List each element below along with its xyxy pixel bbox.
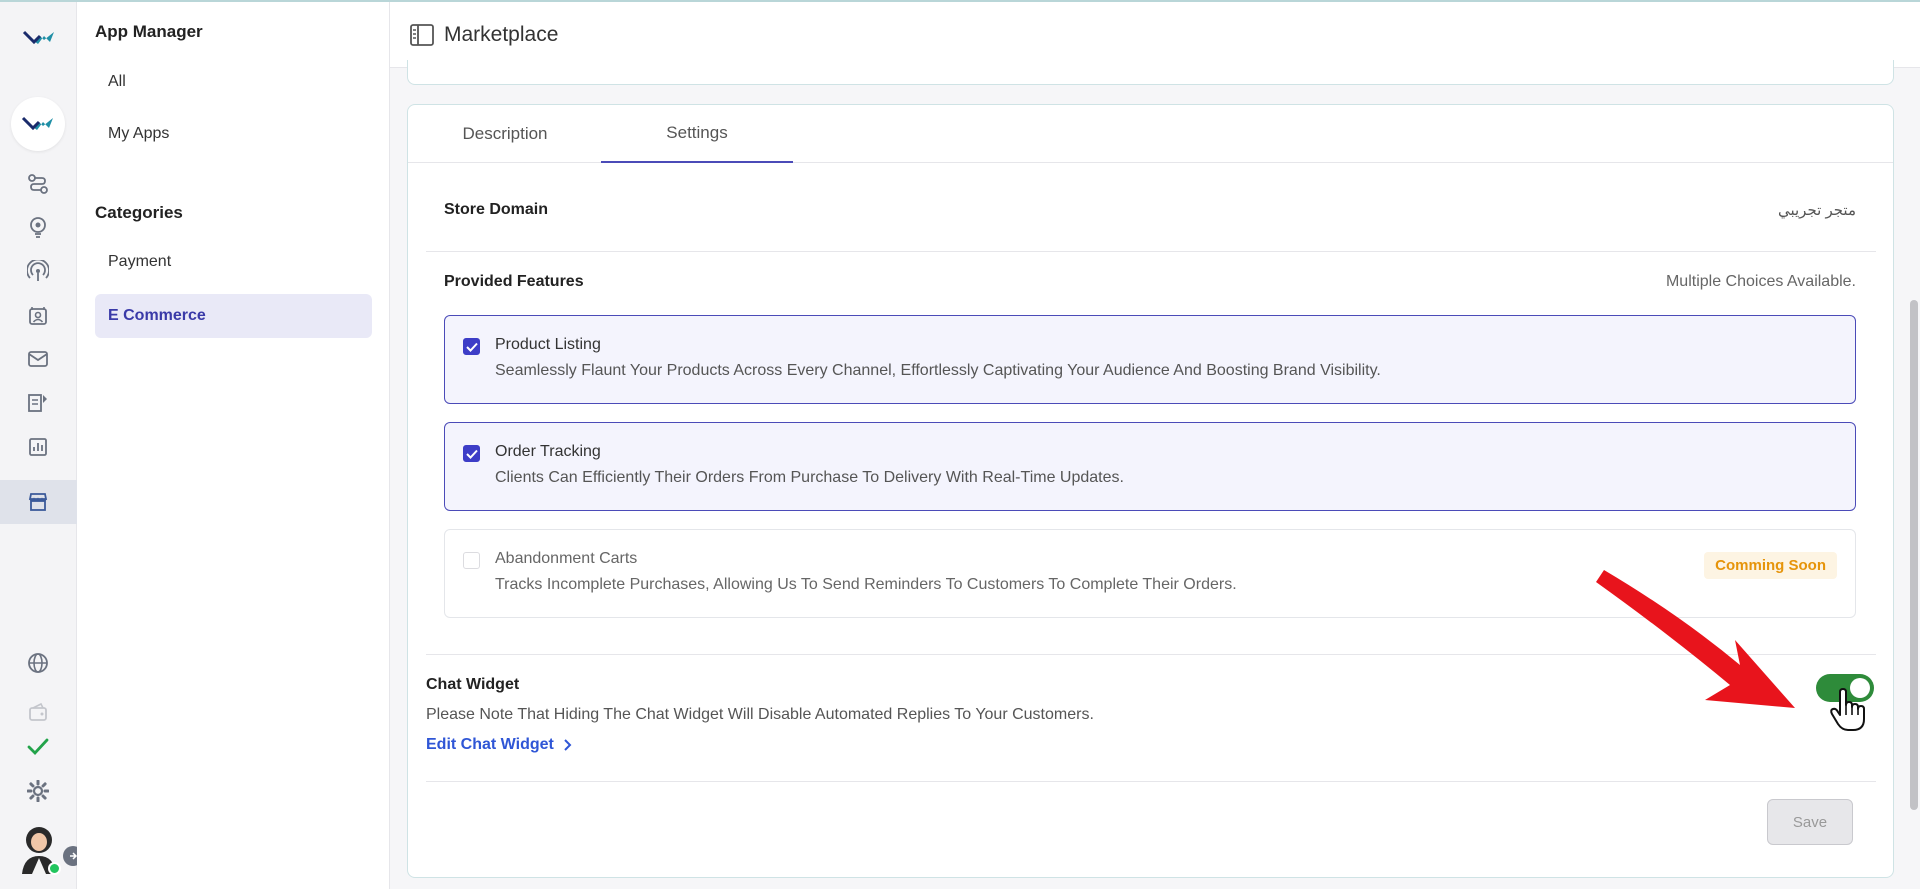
online-status-dot	[48, 862, 61, 875]
feature-title: Abandonment Carts	[495, 550, 638, 567]
brand-logo-icon[interactable]	[22, 28, 56, 48]
annotation-arrow-icon	[1596, 570, 1795, 708]
globe-icon[interactable]	[25, 650, 51, 676]
sidebar-item-all[interactable]: All	[95, 60, 372, 104]
feature-product-listing[interactable]: Product Listing Seamlessly Flaunt Your P…	[444, 315, 1856, 404]
broadcast-icon[interactable]	[25, 258, 51, 284]
checkmark-icon	[465, 449, 478, 459]
feature-description: Seamlessly Flaunt Your Products Across E…	[495, 362, 1381, 379]
route-icon[interactable]	[25, 171, 51, 197]
provided-features-label: Provided Features	[444, 273, 584, 290]
sidebar-toggle-icon[interactable]	[410, 24, 434, 46]
abandonment-carts-checkbox	[463, 552, 480, 569]
previous-card-bottom	[407, 60, 1894, 85]
current-app-icon[interactable]	[11, 97, 65, 151]
feature-title: Product Listing	[495, 336, 601, 353]
features-header-row: Provided Features Multiple Choices Avail…	[444, 273, 1856, 291]
sidebar-item-my-apps[interactable]: My Apps	[95, 112, 372, 156]
templates-icon[interactable]	[25, 390, 51, 416]
app-settings-card: Description Settings Store Domain متجر ت…	[407, 104, 1894, 878]
lightbulb-icon[interactable]	[25, 214, 51, 240]
sidebar-item-payment[interactable]: Payment	[95, 240, 372, 284]
app-manager-sidebar: App Manager All My Apps Categories Payme…	[77, 0, 390, 889]
tab-settings[interactable]: Settings	[601, 105, 793, 163]
hand-cursor-icon	[1830, 688, 1865, 731]
chat-widget-description: Please Note That Hiding The Chat Widget …	[426, 706, 1094, 723]
gear-icon[interactable]	[25, 778, 51, 804]
tab-bar: Description Settings	[408, 105, 1893, 163]
multiple-choices-hint: Multiple Choices Available.	[1665, 273, 1856, 290]
app-logo-icon	[21, 116, 53, 131]
product-listing-checkbox[interactable]	[463, 338, 480, 355]
chevron-right-icon	[564, 739, 572, 751]
chat-widget-title: Chat Widget	[426, 676, 520, 693]
page-title: Marketplace	[444, 23, 559, 46]
check-icon[interactable]	[25, 734, 51, 760]
feature-order-tracking[interactable]: Order Tracking Clients Can Efficiently T…	[444, 422, 1856, 511]
feature-description: Clients Can Efficiently Their Orders Fro…	[495, 469, 1124, 486]
sidebar-title: App Manager	[95, 22, 203, 41]
tab-description[interactable]: Description	[409, 105, 601, 163]
divider	[426, 781, 1876, 782]
sidebar-item-e-commerce[interactable]: E Commerce	[95, 294, 372, 338]
feature-title: Order Tracking	[495, 443, 601, 460]
store-domain-value: متجر تجريبي	[1777, 202, 1856, 219]
categories-heading: Categories	[95, 203, 183, 222]
contacts-icon[interactable]	[25, 303, 51, 329]
divider	[426, 251, 1876, 252]
reports-icon[interactable]	[25, 434, 51, 460]
wallet-icon[interactable]	[25, 699, 51, 725]
mail-icon[interactable]	[25, 346, 51, 372]
feature-description: Tracks Incomplete Purchases, Allowing Us…	[495, 576, 1237, 593]
store-domain-row: Store Domain متجر تجريبي	[444, 201, 1856, 219]
top-accent-line	[0, 0, 1920, 2]
checkmark-icon	[465, 342, 478, 352]
edit-chat-widget-link[interactable]: Edit Chat Widget	[426, 736, 572, 754]
marketplace-icon[interactable]	[25, 489, 51, 515]
page-header: Marketplace	[390, 2, 1920, 68]
icon-rail	[0, 0, 83, 889]
order-tracking-checkbox[interactable]	[463, 445, 480, 462]
store-domain-label: Store Domain	[444, 201, 549, 218]
save-button[interactable]: Save	[1767, 799, 1853, 845]
edit-chat-widget-label: Edit Chat Widget	[426, 736, 554, 753]
vertical-scrollbar[interactable]	[1910, 300, 1918, 810]
